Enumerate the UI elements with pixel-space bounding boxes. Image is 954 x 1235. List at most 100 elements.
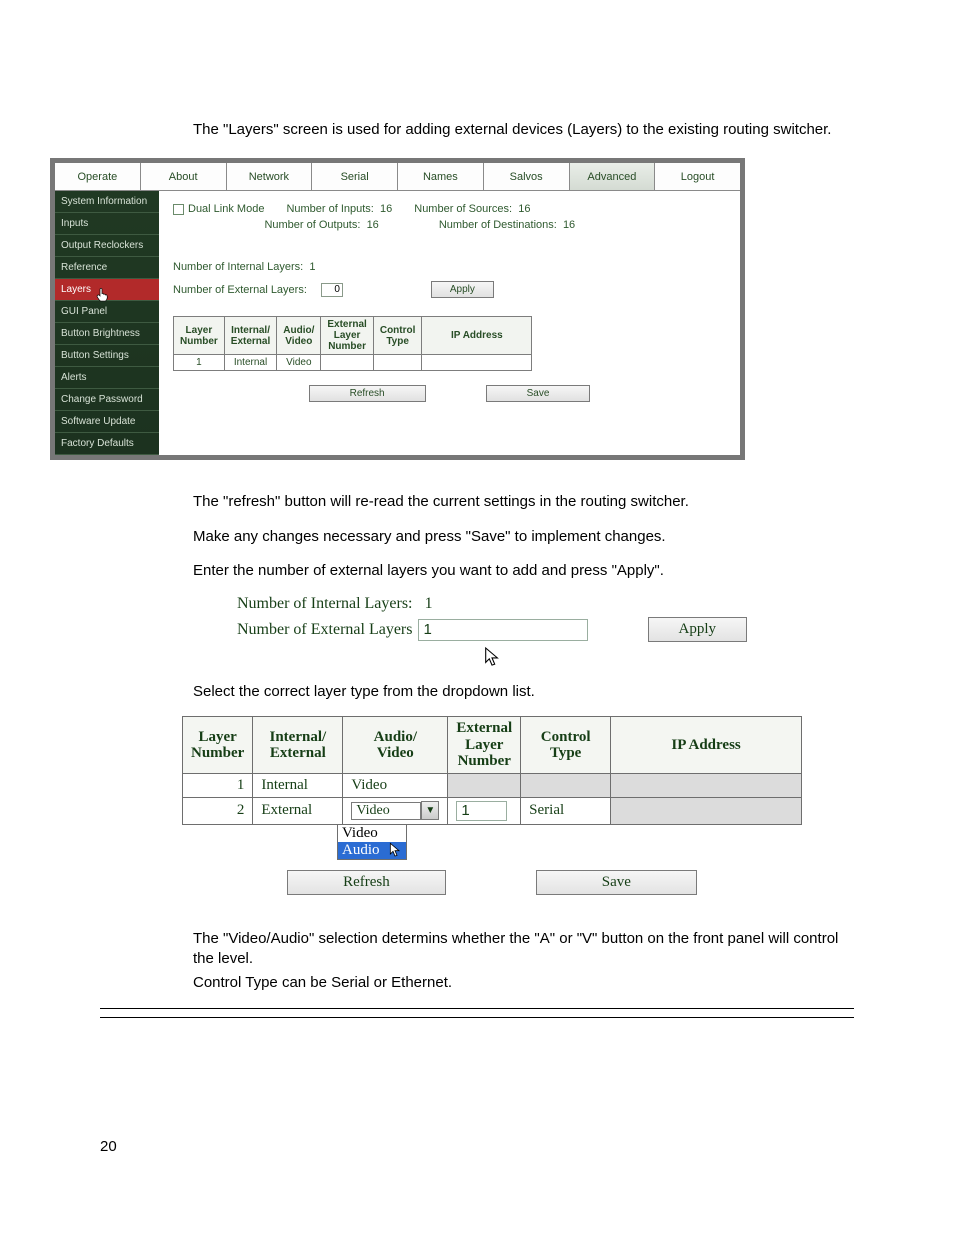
- cell-ip-address: [422, 355, 532, 371]
- intro-paragraph: The "Layers" screen is used for adding e…: [193, 120, 854, 140]
- col-control-type: Control Type: [373, 317, 422, 355]
- num-sources-value: 16: [518, 203, 530, 215]
- t2-r1-external-layer-number: [448, 773, 521, 797]
- table-row: 2 External Video ▼ Serial: [183, 797, 802, 824]
- divider: [100, 1017, 854, 1018]
- col-external-layer-number: External Layer Number: [321, 317, 373, 355]
- t2-col-layer-number: Layer Number: [183, 717, 253, 774]
- num-external-layers-input[interactable]: [321, 283, 343, 297]
- cu1-internal-value: 1: [425, 595, 433, 612]
- cu1-apply-button[interactable]: Apply: [648, 617, 748, 642]
- closeup-external-layers: Number of Internal Layers: 1 Number of E…: [237, 595, 747, 668]
- tab-names[interactable]: Names: [398, 163, 484, 191]
- t2-save-button[interactable]: Save: [536, 870, 697, 895]
- dropdown-option-audio[interactable]: Audio: [338, 842, 406, 859]
- t2-r2-external-layer-number: [448, 797, 521, 824]
- cu1-external-label: Number of External Layers: [237, 621, 412, 639]
- num-destinations-label: Number of Destinations:: [439, 219, 557, 231]
- layers-table: Layer Number Internal/ External Audio/ V…: [173, 316, 532, 371]
- t2-refresh-button[interactable]: Refresh: [287, 870, 446, 895]
- external-layer-number-input[interactable]: [456, 801, 506, 821]
- t2-r2-internal-external: External: [253, 797, 343, 824]
- num-outputs-label: Number of Outputs:: [264, 219, 360, 231]
- cursor-arrow-icon: [483, 646, 501, 668]
- t2-col-ip-address: IP Address: [611, 717, 802, 774]
- t2-r2-layer-number: 2: [183, 797, 253, 824]
- t2-r2-ip-address: [611, 797, 802, 824]
- t2-r2-audio-video: Video ▼: [343, 797, 448, 824]
- t2-col-control-type: Control Type: [521, 717, 611, 774]
- t2-r1-control-type: [521, 773, 611, 797]
- paragraph-video-audio: The "Video/Audio" selection determins wh…: [193, 929, 854, 970]
- sidebar-item-software-update[interactable]: Software Update: [55, 411, 159, 433]
- dual-link-mode-checkbox[interactable]: [173, 204, 184, 215]
- cell-external-layer-number: [321, 355, 373, 371]
- sidebar-item-reference[interactable]: Reference: [55, 257, 159, 279]
- t2-r1-ip-address: [611, 773, 802, 797]
- sidebar-item-inputs[interactable]: Inputs: [55, 213, 159, 235]
- t2-r1-layer-number: 1: [183, 773, 253, 797]
- audio-video-dropdown[interactable]: Video Audio: [337, 824, 407, 860]
- tab-serial[interactable]: Serial: [312, 163, 398, 191]
- paragraph-control-type: Control Type can be Serial or Ethernet.: [193, 973, 854, 993]
- sidebar-item-change-password[interactable]: Change Password: [55, 389, 159, 411]
- sidebar-item-button-brightness[interactable]: Button Brightness: [55, 323, 159, 345]
- paragraph-select-layer-type: Select the correct layer type from the d…: [193, 682, 854, 702]
- cell-internal-external: Internal: [224, 355, 276, 371]
- col-internal-external: Internal/ External: [224, 317, 276, 355]
- table-row: 1 Internal Video: [174, 355, 532, 371]
- t2-col-external-layer-number: External Layer Number: [448, 717, 521, 774]
- num-inputs-value: 16: [380, 203, 392, 215]
- sidebar-item-alerts[interactable]: Alerts: [55, 367, 159, 389]
- t2-r2-control-type: Serial: [521, 797, 611, 824]
- t2-col-internal-external: Internal/ External: [253, 717, 343, 774]
- cell-control-type: [373, 355, 422, 371]
- num-outputs-value: 16: [367, 219, 379, 231]
- table-row: 1 Internal Video: [183, 773, 802, 797]
- paragraph-save: Make any changes necessary and press "Sa…: [193, 527, 854, 547]
- paragraph-refresh: The "refresh" button will re-read the cu…: [193, 492, 854, 512]
- audio-video-select[interactable]: Video: [351, 802, 421, 820]
- cu1-internal-label: Number of Internal Layers:: [237, 595, 412, 612]
- layers-screen: Operate About Network Serial Names Salvo…: [50, 158, 745, 460]
- tab-operate[interactable]: Operate: [55, 163, 141, 191]
- refresh-button[interactable]: Refresh: [309, 385, 426, 402]
- closeup-layer-table: Layer Number Internal/ External Audio/ V…: [182, 716, 802, 895]
- dropdown-option-audio-label: Audio: [342, 842, 380, 859]
- paragraph-apply: Enter the number of external layers you …: [193, 561, 854, 581]
- t2-r1-internal-external: Internal: [253, 773, 343, 797]
- t2-r1-audio-video: Video: [343, 773, 448, 797]
- col-audio-video: Audio/ Video: [277, 317, 321, 355]
- apply-button[interactable]: Apply: [431, 281, 494, 298]
- tab-salvos[interactable]: Salvos: [484, 163, 570, 191]
- tab-about[interactable]: About: [141, 163, 227, 191]
- page-number: 20: [100, 1138, 854, 1155]
- sidebar-item-label: Layers: [61, 284, 91, 295]
- num-external-layers-label: Number of External Layers:: [173, 284, 307, 296]
- num-internal-layers-value: 1: [309, 261, 315, 273]
- col-layer-number: Layer Number: [174, 317, 225, 355]
- sidebar-item-system-information[interactable]: System Information: [55, 191, 159, 213]
- tab-network[interactable]: Network: [227, 163, 313, 191]
- cell-layer-number: 1: [174, 355, 225, 371]
- divider: [100, 1008, 854, 1009]
- tab-logout[interactable]: Logout: [655, 163, 740, 191]
- cursor-arrow-icon: [388, 842, 402, 858]
- sidebar-item-output-reclockers[interactable]: Output Reclockers: [55, 235, 159, 257]
- chevron-down-icon[interactable]: ▼: [421, 801, 439, 820]
- tab-bar: Operate About Network Serial Names Salvo…: [55, 163, 740, 191]
- col-ip-address: IP Address: [422, 317, 532, 355]
- sidebar: System Information Inputs Output Reclock…: [55, 191, 159, 455]
- sidebar-item-gui-panel[interactable]: GUI Panel: [55, 301, 159, 323]
- dropdown-option-video[interactable]: Video: [338, 825, 406, 842]
- num-internal-layers-label: Number of Internal Layers:: [173, 261, 303, 273]
- sidebar-item-factory-defaults[interactable]: Factory Defaults: [55, 433, 159, 455]
- tab-advanced[interactable]: Advanced: [570, 163, 656, 191]
- cell-audio-video: Video: [277, 355, 321, 371]
- cu1-external-input[interactable]: [418, 619, 588, 641]
- num-destinations-value: 16: [563, 219, 575, 231]
- dual-link-mode-label: Dual Link Mode: [188, 203, 264, 215]
- sidebar-item-button-settings[interactable]: Button Settings: [55, 345, 159, 367]
- save-button[interactable]: Save: [486, 385, 591, 402]
- sidebar-item-layers[interactable]: Layers: [55, 279, 159, 301]
